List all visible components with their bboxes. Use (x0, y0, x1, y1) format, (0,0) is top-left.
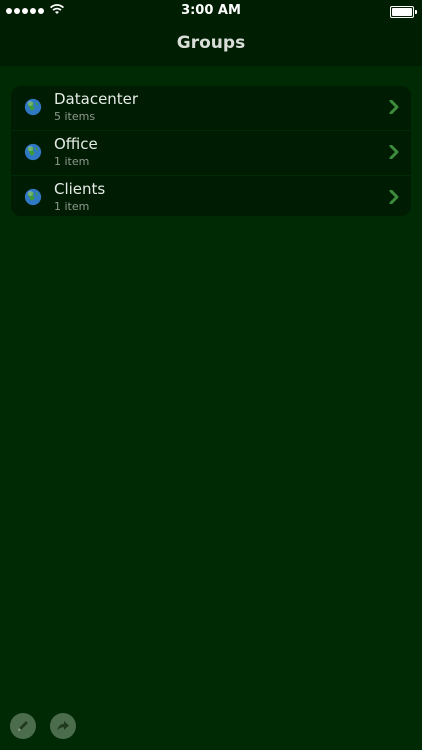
battery-icon (390, 6, 417, 18)
pencil-icon (18, 721, 28, 731)
chevron-right-icon (389, 100, 399, 114)
edit-button[interactable] (10, 713, 36, 739)
group-item-count: 1 item (54, 155, 90, 168)
group-item-count: 5 items (54, 110, 96, 123)
group-item-count: 1 item (54, 200, 90, 213)
group-row-datacenter[interactable]: Datacenter 5 items (11, 86, 411, 131)
navigation-bar: Groups (0, 22, 422, 66)
group-name: Clients (54, 180, 106, 198)
group-name: Office (54, 135, 98, 153)
share-arrow-icon (57, 721, 69, 731)
chevron-right-icon (389, 145, 399, 159)
chevron-right-icon (389, 190, 399, 204)
status-bar: 3:00 AM (0, 0, 422, 22)
group-row-clients[interactable]: Clients 1 item (11, 176, 411, 216)
globe-icon (24, 188, 42, 206)
group-list: Datacenter 5 items Office 1 item Clients… (11, 86, 411, 216)
globe-icon (24, 143, 42, 161)
status-time: 3:00 AM (181, 3, 241, 18)
page-title: Groups (176, 33, 246, 53)
group-row-office[interactable]: Office 1 item (11, 131, 411, 176)
globe-icon (24, 98, 42, 116)
group-name: Datacenter (54, 90, 139, 108)
share-button[interactable] (50, 713, 76, 739)
